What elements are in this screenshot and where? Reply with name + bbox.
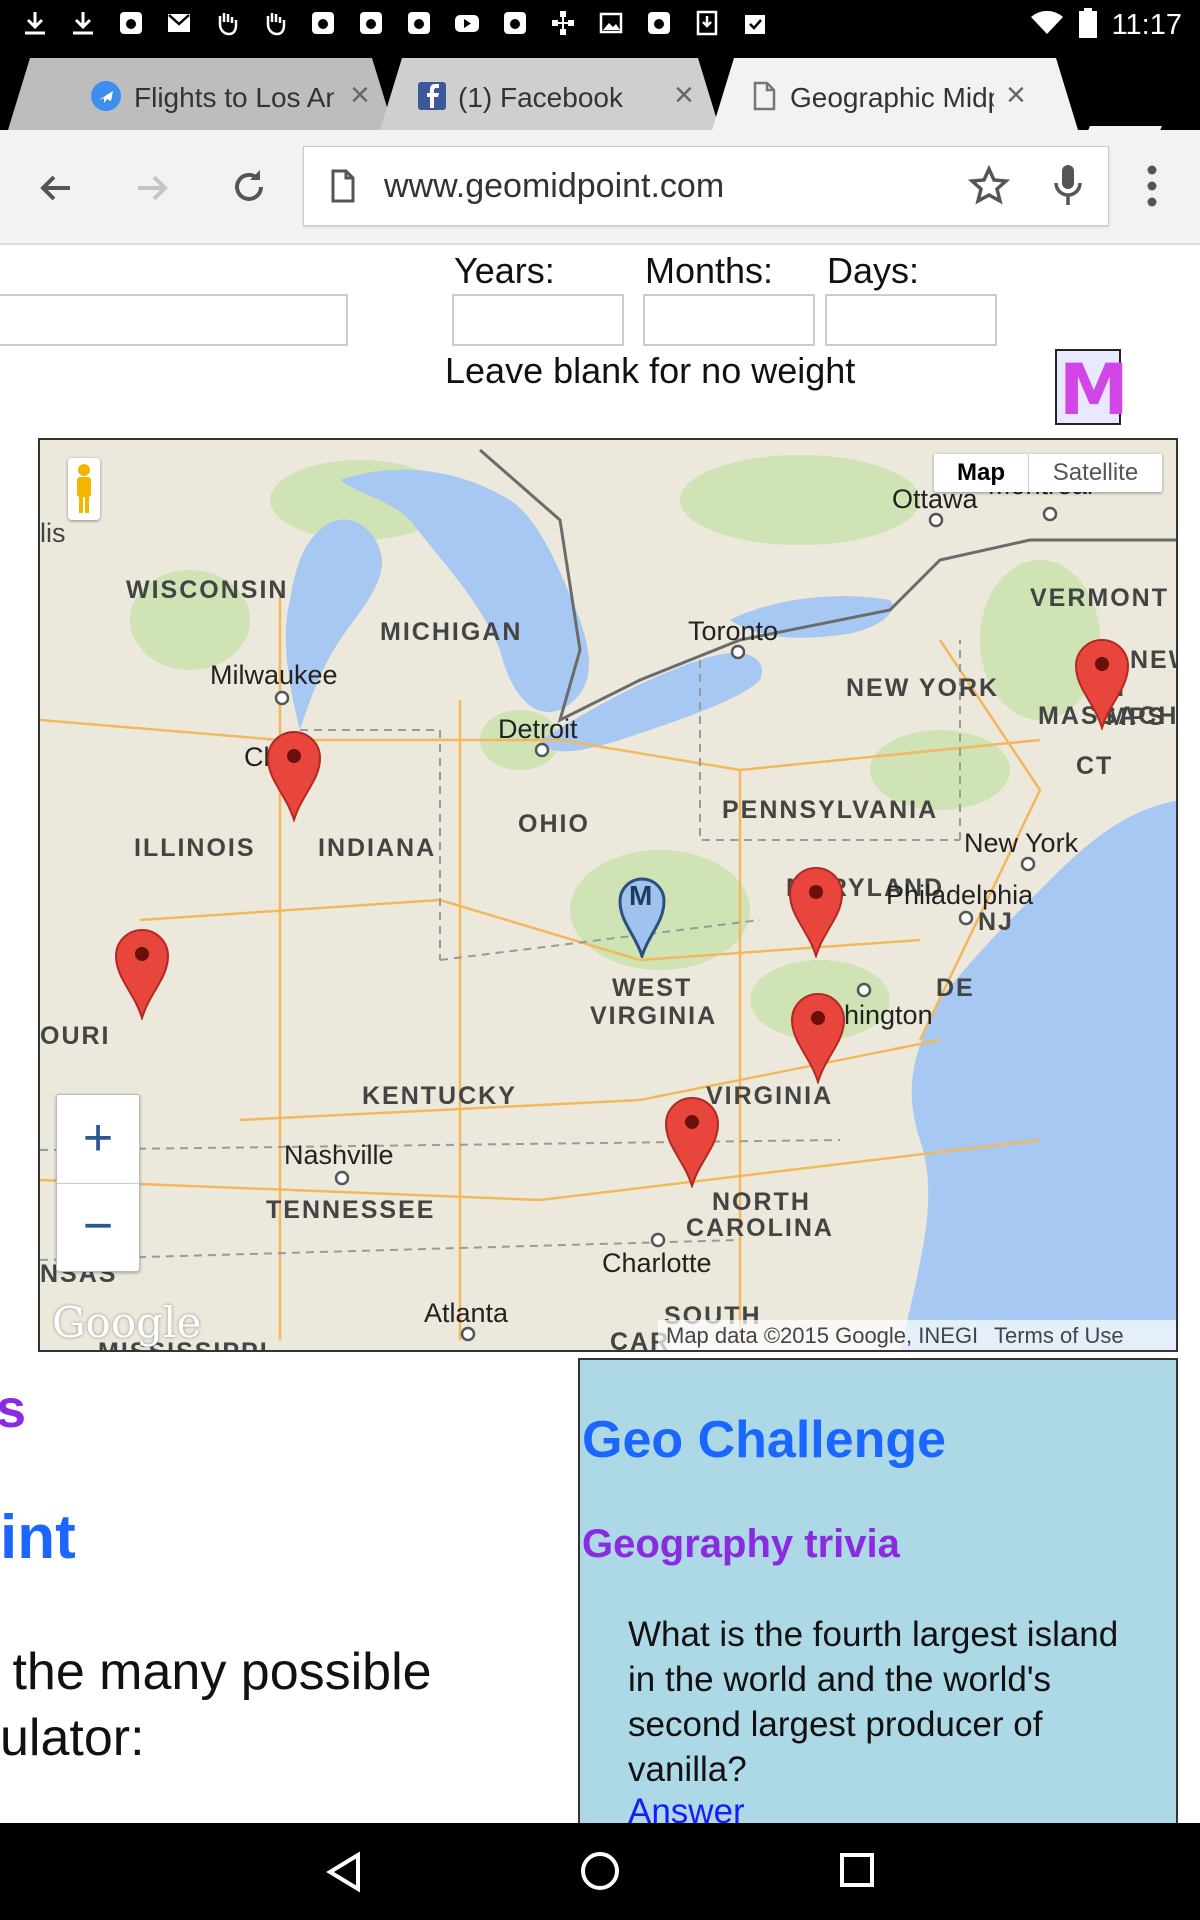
name-field[interactable]	[0, 294, 348, 346]
pegman-icon	[77, 464, 91, 513]
intro-text: the many possible	[0, 1643, 432, 1701]
back-nav-icon[interactable]	[324, 1851, 364, 1893]
url-text: www.geomidpoint.com	[384, 167, 725, 205]
geo-challenge-title: Geo Challenge	[582, 1411, 947, 1469]
location-marker[interactable]	[114, 926, 170, 1020]
instagram-icon	[120, 12, 142, 34]
location-marker[interactable]	[790, 990, 846, 1084]
download-icon	[73, 12, 93, 35]
instagram-icon	[504, 12, 526, 34]
gmail-icon	[168, 14, 190, 32]
partial-title: int	[0, 1503, 76, 1572]
page-icon	[753, 81, 776, 111]
geo-trivia-subtitle: Geography trivia	[582, 1522, 900, 1566]
status-bar: 11:17	[0, 0, 1200, 52]
address-bar[interactable]: www.geomidpoint.com	[303, 146, 1109, 226]
city-dots	[274, 506, 1058, 1342]
midpoint-label: M	[629, 880, 653, 911]
instagram-icon	[312, 12, 334, 34]
hand-icon	[218, 13, 238, 36]
wifi-icon	[1031, 10, 1063, 34]
android-nav-bar	[0, 1823, 1200, 1920]
attribution-bar: Map data ©2015 Google, INEGI Terms of Us…	[658, 1320, 1176, 1350]
location-marker[interactable]	[266, 728, 322, 822]
instagram-icon	[648, 12, 670, 34]
facebook-icon	[418, 82, 446, 110]
star-icon[interactable]	[968, 165, 1010, 207]
days-label: Days:	[827, 250, 920, 291]
months-input[interactable]	[643, 294, 815, 346]
partial-heading: s	[0, 1379, 27, 1439]
clipboard-icon	[745, 15, 765, 34]
close-icon[interactable]: ×	[1006, 76, 1026, 115]
microphone-icon[interactable]	[1052, 163, 1084, 209]
browser-toolbar: www.geomidpoint.com	[0, 130, 1200, 245]
terms-of-use-link[interactable]: Terms of Use	[994, 1323, 1124, 1349]
image-icon	[599, 12, 623, 34]
back-icon[interactable]	[36, 168, 76, 208]
recents-nav-icon[interactable]	[838, 1851, 876, 1889]
clock: 11:17	[1111, 9, 1182, 41]
tab-title: Geographic Midp	[790, 82, 994, 113]
tab-flights[interactable]: Flights to Los An ×	[8, 58, 394, 130]
youtube-icon	[455, 15, 479, 32]
google-logo: Google	[52, 1298, 202, 1347]
page-icon	[331, 169, 355, 203]
tab-facebook[interactable]: (1) Facebook ×	[380, 58, 720, 130]
years-label: Years:	[454, 250, 555, 291]
zoom-control: + −	[56, 1094, 140, 1272]
instagram-icon	[360, 12, 382, 34]
months-label: Months:	[645, 250, 774, 291]
logo-letter: M	[1059, 349, 1129, 431]
download-icon	[696, 10, 718, 36]
tab-geomidpoint[interactable]: Geographic Midp ×	[712, 58, 1078, 130]
tree-icon	[552, 11, 574, 35]
tab-title: (1) Facebook	[458, 82, 623, 113]
location-marker[interactable]	[788, 864, 844, 958]
download-icon	[25, 12, 45, 35]
hand-icon	[266, 13, 286, 36]
weight-hint: Leave blank for no weight	[445, 350, 856, 391]
forward-icon[interactable]	[132, 168, 172, 208]
years-input[interactable]	[452, 294, 624, 346]
plane-icon	[91, 81, 121, 111]
instagram-icon	[408, 12, 430, 34]
map-attribution: Map data ©2015 Google, INEGI	[666, 1323, 979, 1348]
tab-strip: Flights to Los An × (1) Facebook × Geogr…	[0, 52, 1200, 130]
location-marker[interactable]	[1074, 636, 1130, 730]
reload-icon[interactable]	[228, 166, 270, 208]
close-icon[interactable]: ×	[674, 76, 694, 115]
map-type-satellite-button[interactable]: Satellite	[1029, 454, 1162, 492]
home-nav-icon[interactable]	[578, 1849, 622, 1893]
zoom-out-button[interactable]: −	[57, 1183, 139, 1271]
close-icon[interactable]: ×	[350, 76, 370, 115]
map[interactable]: WISCONSIN MICHIGAN NEW YORK VERMONT MASS…	[38, 438, 1178, 1352]
battery-icon	[1079, 8, 1097, 38]
intro-text: ulator:	[0, 1709, 145, 1767]
map-type-control: Map Satellite	[934, 454, 1162, 492]
midpoint-marker[interactable]: M	[618, 876, 666, 958]
trivia-question: What is the fourth largest island in the…	[628, 1615, 1119, 1789]
menu-icon[interactable]	[1144, 164, 1160, 208]
street-view-pegman[interactable]	[68, 458, 100, 520]
days-input[interactable]	[825, 294, 997, 346]
geomidpoint-logo[interactable]: M	[1055, 349, 1129, 431]
map-type-map-button[interactable]: Map	[934, 454, 1029, 492]
zoom-in-button[interactable]: +	[57, 1095, 139, 1184]
location-marker[interactable]	[664, 1094, 720, 1188]
tab-title: Flights to Los An	[134, 82, 334, 113]
